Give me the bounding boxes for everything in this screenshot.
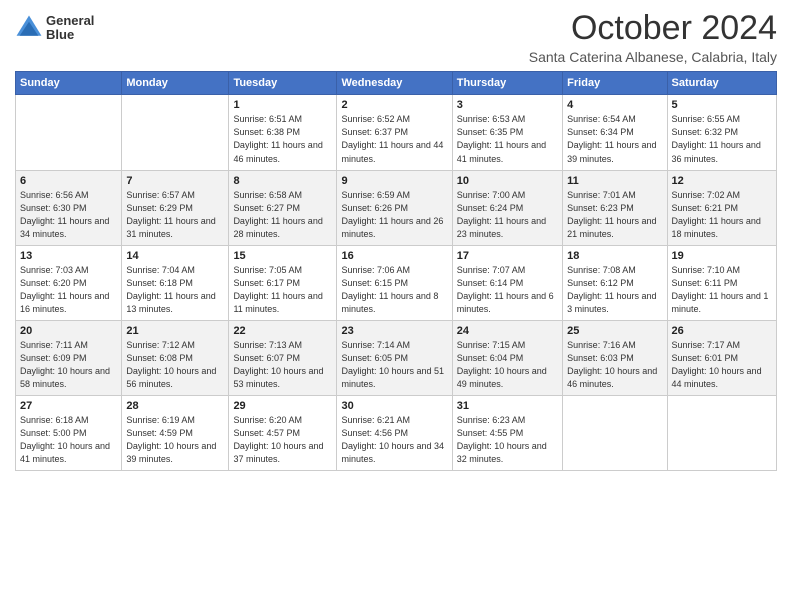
- calendar-week-row: 6Sunrise: 6:56 AMSunset: 6:30 PMDaylight…: [16, 170, 777, 245]
- table-row: [563, 396, 667, 471]
- col-thursday: Thursday: [452, 72, 562, 95]
- table-row: 30Sunrise: 6:21 AMSunset: 4:56 PMDayligh…: [337, 396, 452, 471]
- table-row: 27Sunrise: 6:18 AMSunset: 5:00 PMDayligh…: [16, 396, 122, 471]
- table-row: 29Sunrise: 6:20 AMSunset: 4:57 PMDayligh…: [229, 396, 337, 471]
- col-wednesday: Wednesday: [337, 72, 452, 95]
- table-row: 28Sunrise: 6:19 AMSunset: 4:59 PMDayligh…: [122, 396, 229, 471]
- table-row: [667, 396, 776, 471]
- table-row: 15Sunrise: 7:05 AMSunset: 6:17 PMDayligh…: [229, 245, 337, 320]
- table-row: 6Sunrise: 6:56 AMSunset: 6:30 PMDaylight…: [16, 170, 122, 245]
- table-row: 12Sunrise: 7:02 AMSunset: 6:21 PMDayligh…: [667, 170, 776, 245]
- table-row: [16, 95, 122, 170]
- table-row: 17Sunrise: 7:07 AMSunset: 6:14 PMDayligh…: [452, 245, 562, 320]
- logo-text: General Blue: [46, 14, 94, 43]
- logo: General Blue: [15, 14, 94, 43]
- calendar-page: General Blue October 2024 Santa Caterina…: [0, 0, 792, 612]
- col-saturday: Saturday: [667, 72, 776, 95]
- table-row: 7Sunrise: 6:57 AMSunset: 6:29 PMDaylight…: [122, 170, 229, 245]
- table-row: 2Sunrise: 6:52 AMSunset: 6:37 PMDaylight…: [337, 95, 452, 170]
- table-row: 20Sunrise: 7:11 AMSunset: 6:09 PMDayligh…: [16, 320, 122, 395]
- col-tuesday: Tuesday: [229, 72, 337, 95]
- header: General Blue October 2024 Santa Caterina…: [15, 10, 777, 65]
- col-friday: Friday: [563, 72, 667, 95]
- table-row: 16Sunrise: 7:06 AMSunset: 6:15 PMDayligh…: [337, 245, 452, 320]
- table-row: 31Sunrise: 6:23 AMSunset: 4:55 PMDayligh…: [452, 396, 562, 471]
- table-row: 13Sunrise: 7:03 AMSunset: 6:20 PMDayligh…: [16, 245, 122, 320]
- col-monday: Monday: [122, 72, 229, 95]
- col-sunday: Sunday: [16, 72, 122, 95]
- location-title: Santa Caterina Albanese, Calabria, Italy: [529, 49, 777, 65]
- title-block: October 2024 Santa Caterina Albanese, Ca…: [529, 10, 777, 65]
- table-row: 9Sunrise: 6:59 AMSunset: 6:26 PMDaylight…: [337, 170, 452, 245]
- table-row: 3Sunrise: 6:53 AMSunset: 6:35 PMDaylight…: [452, 95, 562, 170]
- table-row: 14Sunrise: 7:04 AMSunset: 6:18 PMDayligh…: [122, 245, 229, 320]
- table-row: 24Sunrise: 7:15 AMSunset: 6:04 PMDayligh…: [452, 320, 562, 395]
- table-row: 19Sunrise: 7:10 AMSunset: 6:11 PMDayligh…: [667, 245, 776, 320]
- table-row: 10Sunrise: 7:00 AMSunset: 6:24 PMDayligh…: [452, 170, 562, 245]
- table-row: 4Sunrise: 6:54 AMSunset: 6:34 PMDaylight…: [563, 95, 667, 170]
- table-row: 25Sunrise: 7:16 AMSunset: 6:03 PMDayligh…: [563, 320, 667, 395]
- table-row: 21Sunrise: 7:12 AMSunset: 6:08 PMDayligh…: [122, 320, 229, 395]
- logo-icon: [15, 14, 43, 42]
- table-row: 23Sunrise: 7:14 AMSunset: 6:05 PMDayligh…: [337, 320, 452, 395]
- table-row: 11Sunrise: 7:01 AMSunset: 6:23 PMDayligh…: [563, 170, 667, 245]
- calendar-week-row: 20Sunrise: 7:11 AMSunset: 6:09 PMDayligh…: [16, 320, 777, 395]
- logo-line2: Blue: [46, 28, 94, 42]
- calendar-week-row: 13Sunrise: 7:03 AMSunset: 6:20 PMDayligh…: [16, 245, 777, 320]
- calendar-header-row: Sunday Monday Tuesday Wednesday Thursday…: [16, 72, 777, 95]
- table-row: 8Sunrise: 6:58 AMSunset: 6:27 PMDaylight…: [229, 170, 337, 245]
- calendar-week-row: 1Sunrise: 6:51 AMSunset: 6:38 PMDaylight…: [16, 95, 777, 170]
- calendar-week-row: 27Sunrise: 6:18 AMSunset: 5:00 PMDayligh…: [16, 396, 777, 471]
- logo-line1: General: [46, 14, 94, 28]
- month-title: October 2024: [529, 10, 777, 47]
- table-row: 18Sunrise: 7:08 AMSunset: 6:12 PMDayligh…: [563, 245, 667, 320]
- table-row: [122, 95, 229, 170]
- calendar-table: Sunday Monday Tuesday Wednesday Thursday…: [15, 71, 777, 471]
- table-row: 5Sunrise: 6:55 AMSunset: 6:32 PMDaylight…: [667, 95, 776, 170]
- table-row: 1Sunrise: 6:51 AMSunset: 6:38 PMDaylight…: [229, 95, 337, 170]
- table-row: 22Sunrise: 7:13 AMSunset: 6:07 PMDayligh…: [229, 320, 337, 395]
- table-row: 26Sunrise: 7:17 AMSunset: 6:01 PMDayligh…: [667, 320, 776, 395]
